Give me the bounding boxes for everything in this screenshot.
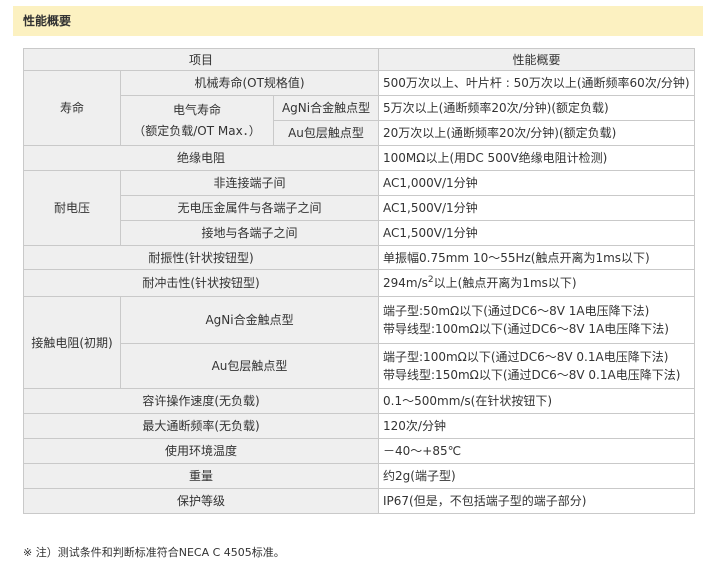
- life-group-label: 寿命: [23, 70, 121, 146]
- contact-agni-line2: 带导线型:100mΩ以下(通过DC6～8V 1A电压降下法): [383, 322, 669, 336]
- mech-life-value: 500万次以上、叶片杆 : 50万次以上(通断频率60次/分钟): [378, 70, 696, 96]
- performance-table: 项目 性能概要 寿命 机械寿命(OT规格值) 500万次以上、叶片杆 : 50万…: [22, 48, 696, 514]
- contact-group-label: 接触电阻(初期): [23, 296, 121, 389]
- elec-life-label: 电气寿命 （额定负载/OT Max．）: [120, 95, 274, 146]
- insulation-label: 绝缘电阻: [22, 145, 380, 171]
- elec-agni-label: AgNi合金触点型: [272, 95, 380, 121]
- elec-au-label: Au包层触点型: [272, 120, 380, 146]
- withstand-label-2: 无电压金属件与各端子之间: [119, 195, 380, 221]
- elec-agni-value: 5万次以上(通断频率20次/分钟)(额定负载): [378, 95, 696, 121]
- frequency-value: 120次/分钟: [378, 413, 696, 439]
- vibration-label: 耐振性(针状按钮型): [22, 245, 380, 270]
- header-item: 项目: [22, 48, 380, 71]
- elec-au-value: 20万次以上(通断频率20次/分钟)(额定负载): [378, 120, 696, 146]
- weight-label: 重量: [22, 463, 380, 489]
- shock-value-prefix: 294m/s: [383, 276, 428, 290]
- insulation-value: 100MΩ以上(用DC 500V绝缘电阻计检测): [378, 145, 696, 171]
- elec-life-label-line1: 电气寿命: [172, 103, 221, 117]
- withstand-group-label: 耐电压: [23, 170, 121, 246]
- contact-agni-line1: 端子型:50mΩ以下(通过DC6～8V 1A电压降下法): [383, 304, 650, 318]
- withstand-value-1: AC1,000V/1分钟: [378, 170, 696, 196]
- header-value: 性能概要: [378, 48, 696, 71]
- withstand-label-3: 接地与各端子之间: [119, 220, 380, 246]
- withstand-value-3: AC1,500V/1分钟: [378, 220, 696, 246]
- temperature-label: 使用环境温度: [22, 438, 380, 464]
- section-title: 性能概要: [13, 6, 703, 36]
- contact-au-value: 端子型:100mΩ以下(通过DC6～8V 0.1A电压降下法) 带导线型:150…: [378, 343, 696, 389]
- withstand-value-2: AC1,500V/1分钟: [378, 195, 696, 221]
- contact-agni-value: 端子型:50mΩ以下(通过DC6～8V 1A电压降下法) 带导线型:100mΩ以…: [378, 296, 696, 344]
- temperature-value: －40～+85℃: [378, 438, 696, 464]
- contact-au-line1: 端子型:100mΩ以下(通过DC6～8V 0.1A电压降下法): [383, 350, 669, 364]
- footnote: ※ 注）测试条件和判断标准符合NECA C 4505标准。: [23, 546, 285, 559]
- mech-life-label: 机械寿命(OT规格值): [119, 70, 380, 96]
- vibration-value: 单振幅0.75mm 10～55Hz(触点开离为1ms以下): [378, 245, 696, 270]
- contact-au-label: Au包层触点型: [119, 343, 380, 389]
- speed-value: 0.1～500mm/s(在针状按钮下): [378, 388, 696, 414]
- speed-label: 容许操作速度(无负载): [22, 388, 380, 414]
- withstand-label-1: 非连接端子间: [119, 170, 380, 196]
- frequency-label: 最大通断频率(无负载): [22, 413, 380, 439]
- shock-value-suffix: 以上(触点开离为1ms以下): [433, 276, 577, 290]
- shock-label: 耐冲击性(针状按钮型): [22, 269, 380, 297]
- protection-label: 保护等级: [22, 488, 380, 514]
- contact-agni-label: AgNi合金触点型: [119, 296, 380, 344]
- elec-life-label-line2: （额定负载/OT Max．）: [133, 124, 261, 138]
- protection-value: IP67(但是，不包括端子型的端子部分): [378, 488, 696, 514]
- weight-value: 约2g(端子型): [378, 463, 696, 489]
- contact-au-line2: 带导线型:150mΩ以下(通过DC6～8V 0.1A电压降下法): [383, 368, 681, 382]
- shock-value: 294m/s2以上(触点开离为1ms以下): [378, 269, 696, 297]
